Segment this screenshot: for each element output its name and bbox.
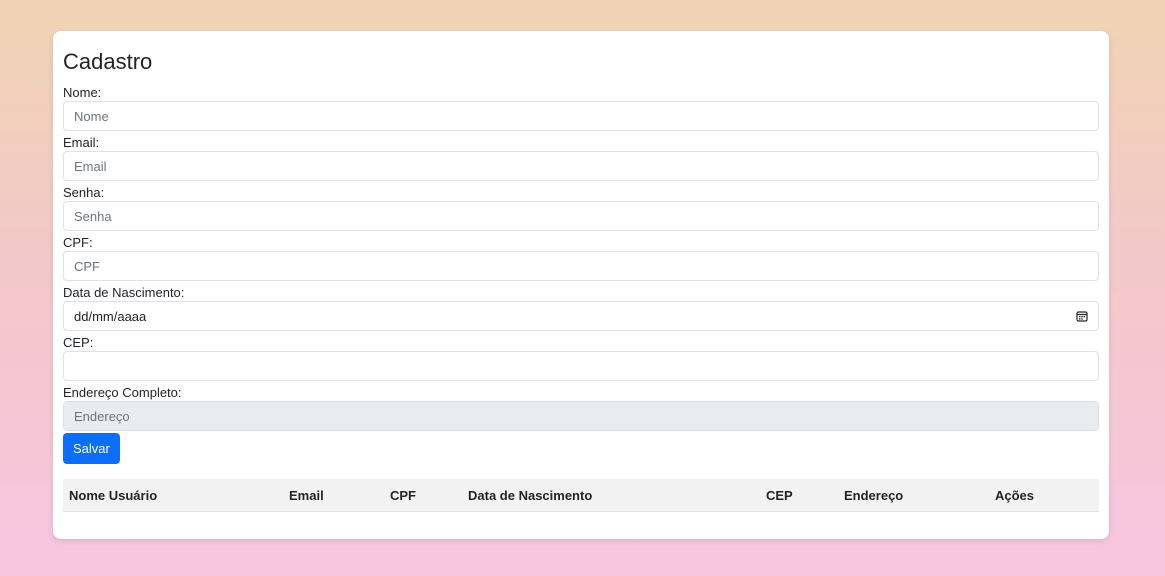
cep-input[interactable] xyxy=(74,358,1088,374)
address-label: Endereço Completo: xyxy=(63,385,182,400)
cpf-field-group: CPF: xyxy=(63,233,1099,283)
password-label: Senha: xyxy=(63,185,105,200)
birthdate-value: dd/mm/aaaa xyxy=(74,308,147,324)
register-form: Nome: Email: Senha: CPF: Data de Nascime xyxy=(63,83,1099,464)
name-label: Nome: xyxy=(63,85,102,100)
col-header-email: Email xyxy=(283,479,384,512)
cpf-input[interactable] xyxy=(74,258,1088,274)
page-title: Cadastro xyxy=(63,49,153,74)
birthdate-input[interactable]: dd/mm/aaaa xyxy=(63,301,1099,331)
header-row: Nome Usuário Email CPF Data de Nasciment… xyxy=(63,479,1099,512)
birthdate-field-group: Data de Nascimento: dd/mm/aaaa xyxy=(63,283,1099,333)
birthdate-label: Data de Nascimento: xyxy=(63,285,185,300)
address-input-wrapper xyxy=(63,401,1099,431)
cep-field-group: CEP: xyxy=(63,333,1099,383)
calendar-icon[interactable] xyxy=(1076,310,1088,322)
name-input-wrapper[interactable] xyxy=(63,101,1099,131)
col-header-cpf: CPF xyxy=(384,479,462,512)
col-header-birthdate: Data de Nascimento xyxy=(462,479,760,512)
users-table: Nome Usuário Email CPF Data de Nasciment… xyxy=(63,479,1099,512)
email-field-group: Email: xyxy=(63,133,1099,183)
address-field-group: Endereço Completo: xyxy=(63,383,1099,433)
col-header-name: Nome Usuário xyxy=(63,479,283,512)
email-input-wrapper[interactable] xyxy=(63,151,1099,181)
col-header-cep: CEP xyxy=(760,479,838,512)
email-label: Email: xyxy=(63,135,100,150)
address-input xyxy=(74,408,1088,424)
password-input-wrapper[interactable] xyxy=(63,201,1099,231)
name-field-group: Nome: xyxy=(63,83,1099,133)
cep-input-wrapper[interactable] xyxy=(63,351,1099,381)
cep-label: CEP: xyxy=(63,335,94,350)
col-header-address: Endereço xyxy=(838,479,989,512)
cpf-label: CPF: xyxy=(63,235,93,250)
name-input[interactable] xyxy=(74,108,1088,124)
cpf-input-wrapper[interactable] xyxy=(63,251,1099,281)
save-button[interactable]: Salvar xyxy=(63,433,120,464)
register-card: Cadastro Nome: Email: Senha: CPF: xyxy=(53,31,1109,539)
users-table-header: Nome Usuário Email CPF Data de Nasciment… xyxy=(63,479,1099,512)
col-header-actions: Ações xyxy=(989,479,1099,512)
email-input[interactable] xyxy=(74,158,1088,174)
password-input[interactable] xyxy=(74,208,1088,224)
password-field-group: Senha: xyxy=(63,183,1099,233)
